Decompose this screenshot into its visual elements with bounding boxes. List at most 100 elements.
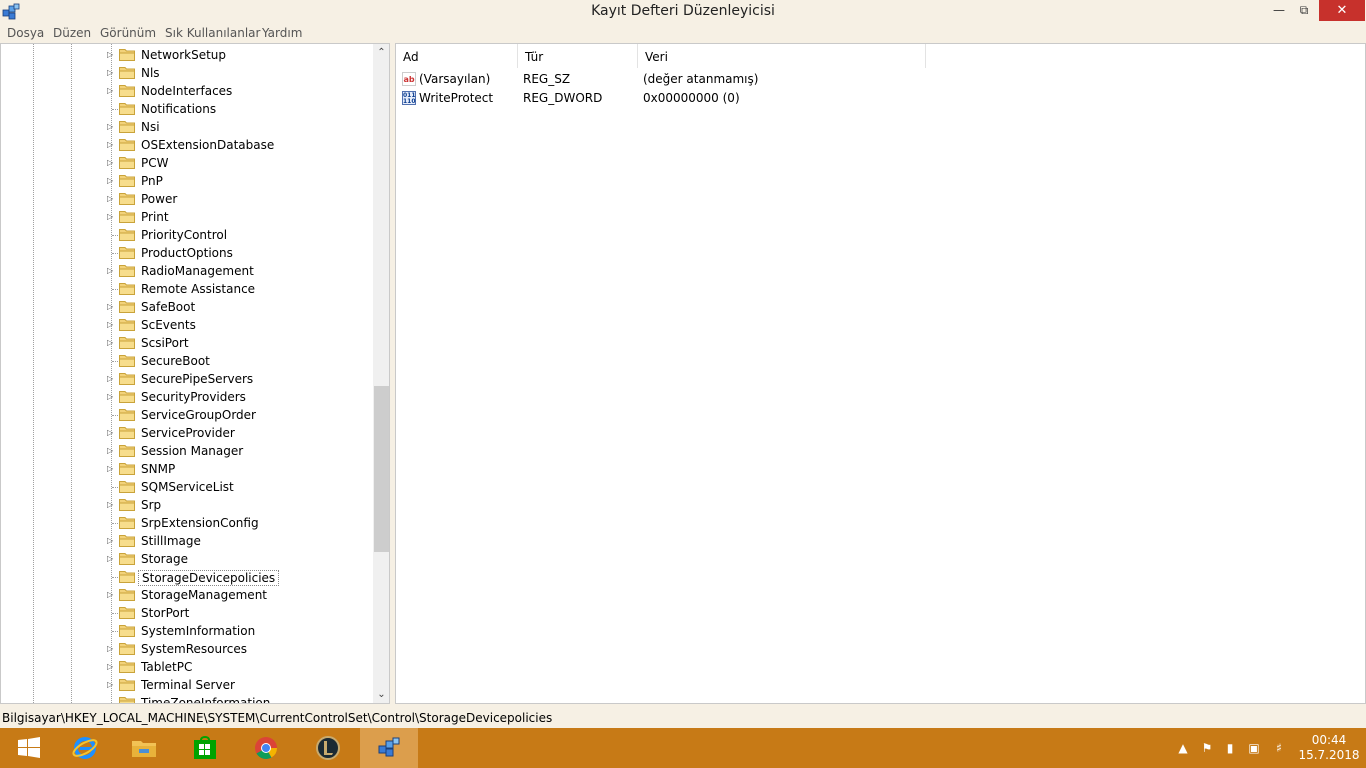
taskbar-internet-explorer[interactable]	[56, 728, 114, 768]
tree-item-nsi[interactable]: ▷ Nsi	[1, 118, 373, 136]
column-header-veri[interactable]: Veri	[638, 44, 926, 68]
menu-dosya[interactable]: Dosya	[7, 26, 44, 40]
clock-date: 15.7.2018	[1298, 748, 1360, 762]
expand-arrow-icon[interactable]: ▷	[107, 86, 113, 96]
expand-arrow-icon[interactable]: ▷	[107, 320, 113, 330]
tree-item-print[interactable]: ▷ Print	[1, 208, 373, 226]
registry-key-tree[interactable]: ▷ NetworkSetup ▷ Nls ▷ NodeInterfaces Notifica…	[0, 43, 390, 704]
expand-arrow-icon[interactable]: ▷	[107, 644, 113, 654]
close-button[interactable]: ✕	[1319, 0, 1365, 21]
tree-item-label: Remote Assistance	[141, 282, 256, 296]
tree-item-storport[interactable]: StorPort	[1, 604, 373, 622]
tree-item-safeboot[interactable]: ▷ SafeBoot	[1, 298, 373, 316]
tree-item-pcw[interactable]: ▷ PCW	[1, 154, 373, 172]
network-icon[interactable]: ▣	[1247, 741, 1261, 755]
scrollbar-thumb[interactable]	[374, 386, 389, 552]
expand-arrow-icon[interactable]: ▷	[107, 68, 113, 78]
tree-item-osextensiondatabase[interactable]: ▷ OSExtensionDatabase	[1, 136, 373, 154]
tree-item-secureboot[interactable]: SecureBoot	[1, 352, 373, 370]
volume-icon[interactable]: ♯	[1272, 741, 1286, 755]
tree-item-storage[interactable]: ▷ Storage	[1, 550, 373, 568]
expand-arrow-icon[interactable]: ▷	[107, 374, 113, 384]
expand-arrow-icon[interactable]: ▷	[107, 554, 113, 564]
tree-item-power[interactable]: ▷ Power	[1, 190, 373, 208]
expand-arrow-icon[interactable]: ▷	[107, 590, 113, 600]
value-row-writeprotect[interactable]: 011 110 WriteProtect REG_DWORD 0x00000000…	[396, 89, 1366, 107]
window-title: Kayıt Defteri Düzenleyicisi	[591, 3, 775, 19]
column-header-ad[interactable]: Ad	[396, 44, 518, 68]
tree-item-servicegrouporder[interactable]: ServiceGroupOrder	[1, 406, 373, 424]
expand-arrow-icon[interactable]: ▷	[107, 122, 113, 132]
tree-item-stillimage[interactable]: ▷ StillImage	[1, 532, 373, 550]
tree-item-prioritycontrol[interactable]: PriorityControl	[1, 226, 373, 244]
column-header-tur[interactable]: Tür	[518, 44, 638, 68]
tree-item-label: SecurePipeServers	[141, 372, 254, 386]
expand-arrow-icon[interactable]: ▷	[107, 464, 113, 474]
action-center-icon[interactable]: ⚑	[1200, 741, 1214, 755]
expand-arrow-icon[interactable]: ▷	[107, 176, 113, 186]
tree-item-remote-assistance[interactable]: Remote Assistance	[1, 280, 373, 298]
tree-item-label: NetworkSetup	[141, 48, 227, 62]
menu-sik-kullanilanlar[interactable]: Sık Kullanılanlar	[165, 26, 260, 40]
power-icon[interactable]: ▮	[1223, 741, 1237, 755]
registry-values-list[interactable]: Ad Tür Veri ab (Varsayılan) REG_SZ (değe…	[395, 43, 1366, 704]
expand-arrow-icon[interactable]: ▷	[107, 50, 113, 60]
tree-item-productoptions[interactable]: ProductOptions	[1, 244, 373, 262]
scroll-down-icon[interactable]: ⌄	[373, 686, 389, 703]
expand-arrow-icon[interactable]: ▷	[107, 338, 113, 348]
tree-item-nls[interactable]: ▷ Nls	[1, 64, 373, 82]
tree-item-serviceprovider[interactable]: ▷ ServiceProvider	[1, 424, 373, 442]
expand-arrow-icon[interactable]: ▷	[107, 194, 113, 204]
tree-item-securityproviders[interactable]: ▷ SecurityProviders	[1, 388, 373, 406]
expand-arrow-icon[interactable]: ▷	[107, 428, 113, 438]
tree-item-storagedevicepolicies[interactable]: StorageDevicepolicies	[1, 568, 373, 586]
system-clock[interactable]: 00:44 15.7.2018	[1296, 733, 1362, 763]
expand-arrow-icon[interactable]: ▷	[107, 266, 113, 276]
expand-arrow-icon[interactable]: ▷	[107, 140, 113, 150]
taskbar-league-of-legends[interactable]	[299, 728, 357, 768]
tree-item-notifications[interactable]: Notifications	[1, 100, 373, 118]
tree-item-srp[interactable]: ▷ Srp	[1, 496, 373, 514]
tree-item-srpextensionconfig[interactable]: SrpExtensionConfig	[1, 514, 373, 532]
menu-yardim[interactable]: Yardım	[262, 26, 302, 40]
taskbar-chrome[interactable]	[237, 728, 295, 768]
tree-item-sqmservicelist[interactable]: SQMServiceList	[1, 478, 373, 496]
scroll-up-icon[interactable]: ⌃	[373, 44, 389, 61]
start-button[interactable]	[0, 728, 58, 768]
expand-arrow-icon[interactable]: ▷	[107, 446, 113, 456]
tree-item-session-manager[interactable]: ▷ Session Manager	[1, 442, 373, 460]
taskbar-registry-editor[interactable]	[360, 728, 418, 768]
expand-arrow-icon[interactable]: ▷	[107, 212, 113, 222]
tree-item-networksetup[interactable]: ▷ NetworkSetup	[1, 46, 373, 64]
maximize-button[interactable]: ⧉	[1289, 0, 1319, 21]
taskbar-store[interactable]	[176, 728, 234, 768]
expand-arrow-icon[interactable]: ▷	[107, 158, 113, 168]
expand-arrow-icon[interactable]: ▷	[107, 680, 113, 690]
tree-item-pnp[interactable]: ▷ PnP	[1, 172, 373, 190]
tree-item-terminal-server[interactable]: ▷ Terminal Server	[1, 676, 373, 694]
menu-duzen[interactable]: Düzen	[53, 26, 91, 40]
show-hidden-icons-icon[interactable]: ▲	[1176, 741, 1190, 755]
taskbar-file-explorer[interactable]	[115, 728, 173, 768]
expand-arrow-icon[interactable]: ▷	[107, 662, 113, 672]
tree-item-tabletpc[interactable]: ▷ TabletPC	[1, 658, 373, 676]
tree-item-securepipeservers[interactable]: ▷ SecurePipeServers	[1, 370, 373, 388]
tree-item-systeminformation[interactable]: SystemInformation	[1, 622, 373, 640]
menu-gorunum[interactable]: Görünüm	[100, 26, 156, 40]
expand-arrow-icon[interactable]: ▷	[107, 500, 113, 510]
value-row-default[interactable]: ab (Varsayılan) REG_SZ (değer atanmamış)	[396, 70, 1366, 88]
tree-item-systemresources[interactable]: ▷ SystemResources	[1, 640, 373, 658]
folder-icon	[119, 571, 135, 583]
tree-scrollbar[interactable]: ⌃ ⌄	[373, 44, 389, 703]
tree-item-radiomanagement[interactable]: ▷ RadioManagement	[1, 262, 373, 280]
tree-item-timezoneinformation[interactable]: TimeZoneInformation	[1, 694, 373, 703]
tree-item-storagemanagement[interactable]: ▷ StorageManagement	[1, 586, 373, 604]
tree-item-scsiport[interactable]: ▷ ScsiPort	[1, 334, 373, 352]
tree-item-scevents[interactable]: ▷ ScEvents	[1, 316, 373, 334]
expand-arrow-icon[interactable]: ▷	[107, 302, 113, 312]
tree-item-nodeinterfaces[interactable]: ▷ NodeInterfaces	[1, 82, 373, 100]
tree-item-snmp[interactable]: ▷ SNMP	[1, 460, 373, 478]
expand-arrow-icon[interactable]: ▷	[107, 392, 113, 402]
folder-icon	[119, 139, 135, 151]
expand-arrow-icon[interactable]: ▷	[107, 536, 113, 546]
